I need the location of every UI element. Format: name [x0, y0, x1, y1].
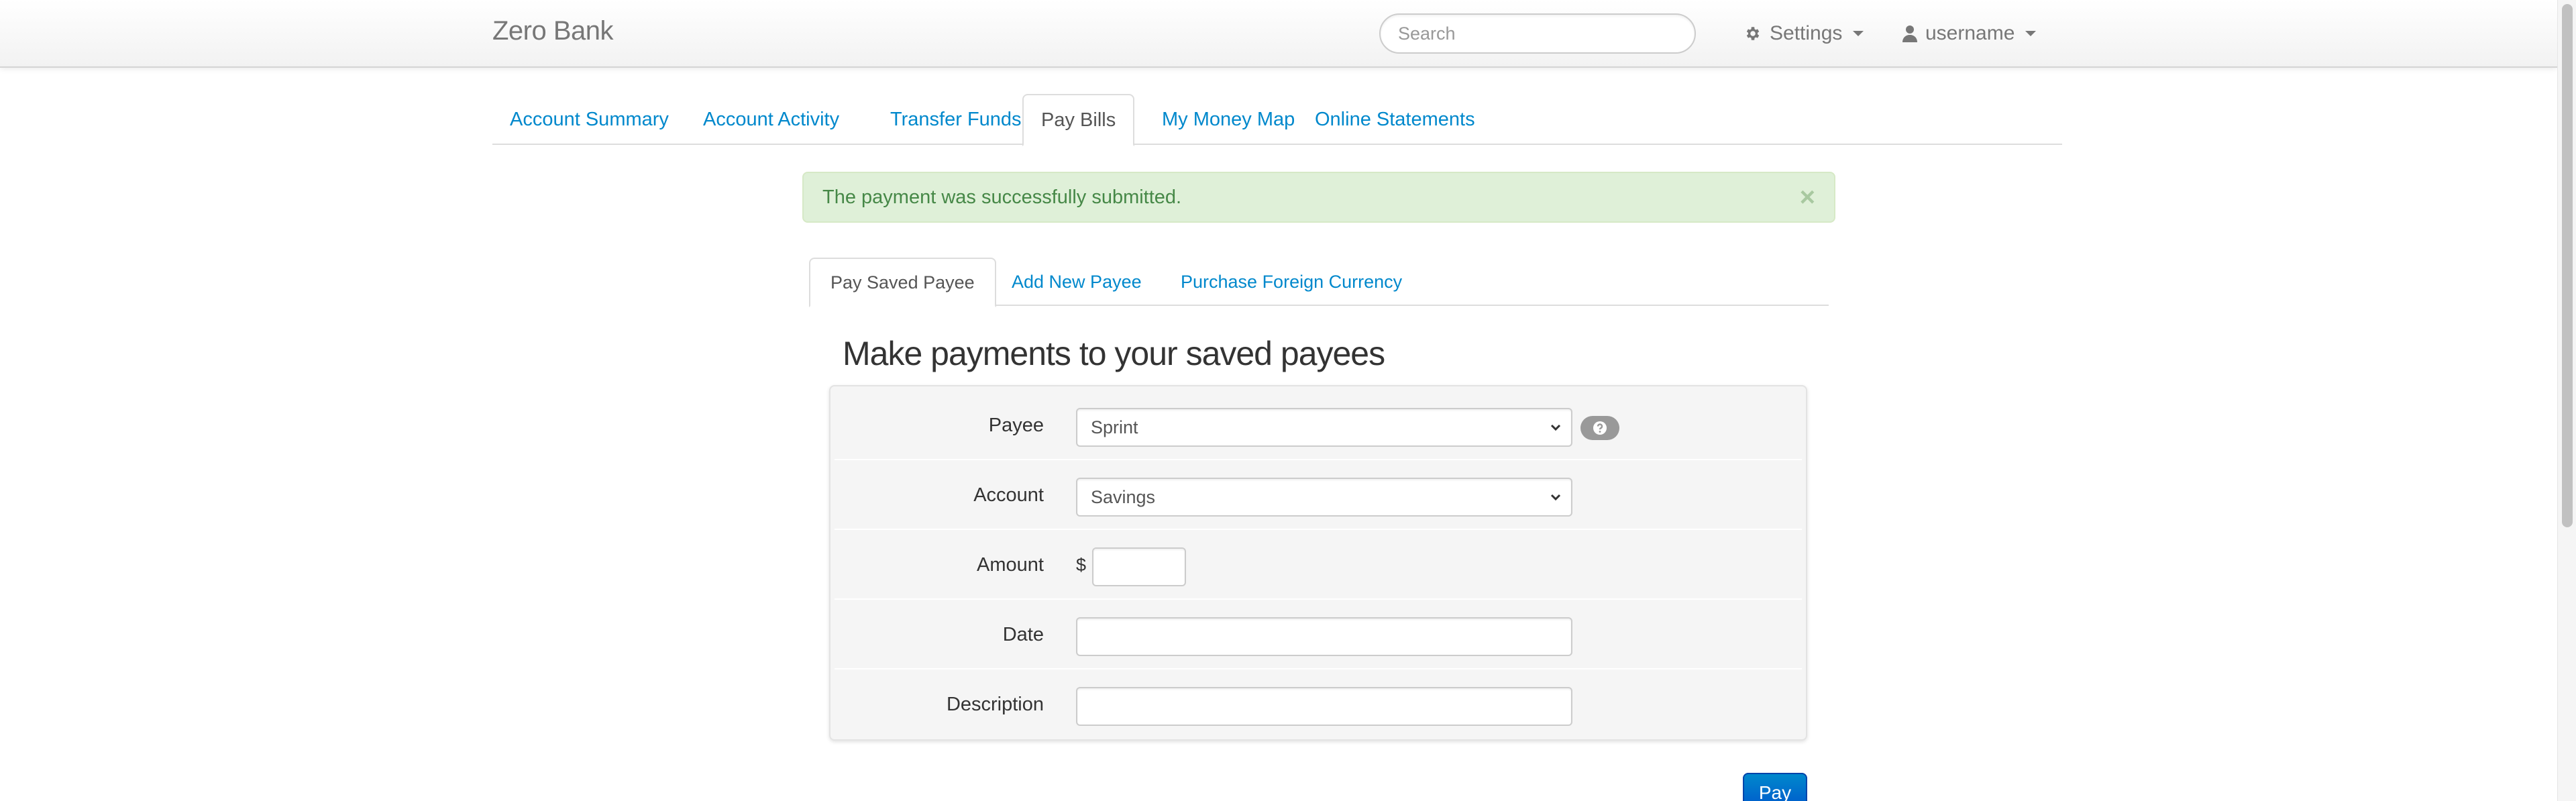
form-row-account: Account Savings	[835, 460, 1802, 530]
gear-icon	[1746, 27, 1760, 40]
amount-input[interactable]	[1092, 547, 1186, 586]
settings-label: Settings	[1770, 22, 1843, 44]
pay-bills-subtabs: Pay Saved Payee Add New Payee Purchase F…	[809, 258, 1829, 307]
chevron-down-icon	[1550, 494, 1561, 501]
description-label: Description	[946, 694, 1044, 715]
search-input[interactable]	[1379, 13, 1696, 54]
payee-select[interactable]: Sprint	[1076, 408, 1572, 447]
form-row-payee: Payee Sprint	[835, 390, 1802, 460]
payee-label: Payee	[988, 415, 1044, 436]
caret-down-icon	[2025, 31, 2037, 36]
user-label: username	[1925, 22, 2015, 44]
top-navbar: Zero Bank Settings username	[0, 0, 2557, 68]
date-input[interactable]	[1076, 617, 1572, 656]
tab-purchase-foreign-currency[interactable]: Purchase Foreign Currency	[1161, 258, 1422, 306]
payee-help-button[interactable]	[1580, 416, 1619, 440]
payee-selected-value: Sprint	[1091, 417, 1138, 437]
page-title: Make payments to your saved payees	[843, 335, 1385, 372]
alert-message: The payment was successfully submitted.	[822, 186, 1182, 208]
form-row-amount: Amount $	[835, 530, 1802, 600]
account-select[interactable]: Savings	[1076, 478, 1572, 517]
currency-symbol: $	[1076, 555, 1087, 575]
tab-account-activity[interactable]: Account Activity	[686, 94, 857, 145]
amount-label: Amount	[977, 554, 1044, 576]
user-icon	[1902, 25, 1917, 42]
account-label: Account	[973, 484, 1044, 506]
tab-add-new-payee[interactable]: Add New Payee	[991, 258, 1162, 306]
tab-account-summary[interactable]: Account Summary	[492, 94, 686, 145]
user-menu[interactable]: username	[1902, 20, 2037, 47]
tab-pay-saved-payee[interactable]: Pay Saved Payee	[809, 258, 996, 307]
chevron-down-icon	[1550, 424, 1561, 431]
description-input[interactable]	[1076, 687, 1572, 726]
tab-transfer-funds[interactable]: Transfer Funds	[873, 94, 1039, 145]
main-tabs: Account Summary Account Activity Transfe…	[492, 94, 2062, 146]
settings-menu[interactable]: Settings	[1744, 20, 1864, 47]
form-row-date: Date	[835, 600, 1802, 670]
close-icon[interactable]: ×	[1800, 173, 1815, 221]
payment-form: Payee Sprint Account Savings Amount $ Da…	[829, 385, 1807, 741]
caret-down-icon	[1853, 31, 1864, 36]
account-selected-value: Savings	[1091, 487, 1156, 507]
pay-button[interactable]: Pay	[1743, 773, 1807, 801]
tab-pay-bills[interactable]: Pay Bills	[1022, 94, 1135, 146]
brand-logo[interactable]: Zero Bank	[492, 16, 614, 46]
tab-my-money-map[interactable]: My Money Map	[1144, 94, 1312, 145]
date-label: Date	[1002, 624, 1044, 645]
success-alert: The payment was successfully submitted. …	[802, 172, 1835, 223]
question-circle-icon	[1593, 421, 1607, 435]
page: Zero Bank Settings username Account Summ…	[0, 0, 2576, 801]
form-row-description: Description	[835, 670, 1802, 739]
vertical-scrollbar[interactable]	[2557, 0, 2576, 801]
tab-online-statements[interactable]: Online Statements	[1297, 94, 1493, 145]
scrollbar-thumb[interactable]	[2562, 4, 2573, 527]
